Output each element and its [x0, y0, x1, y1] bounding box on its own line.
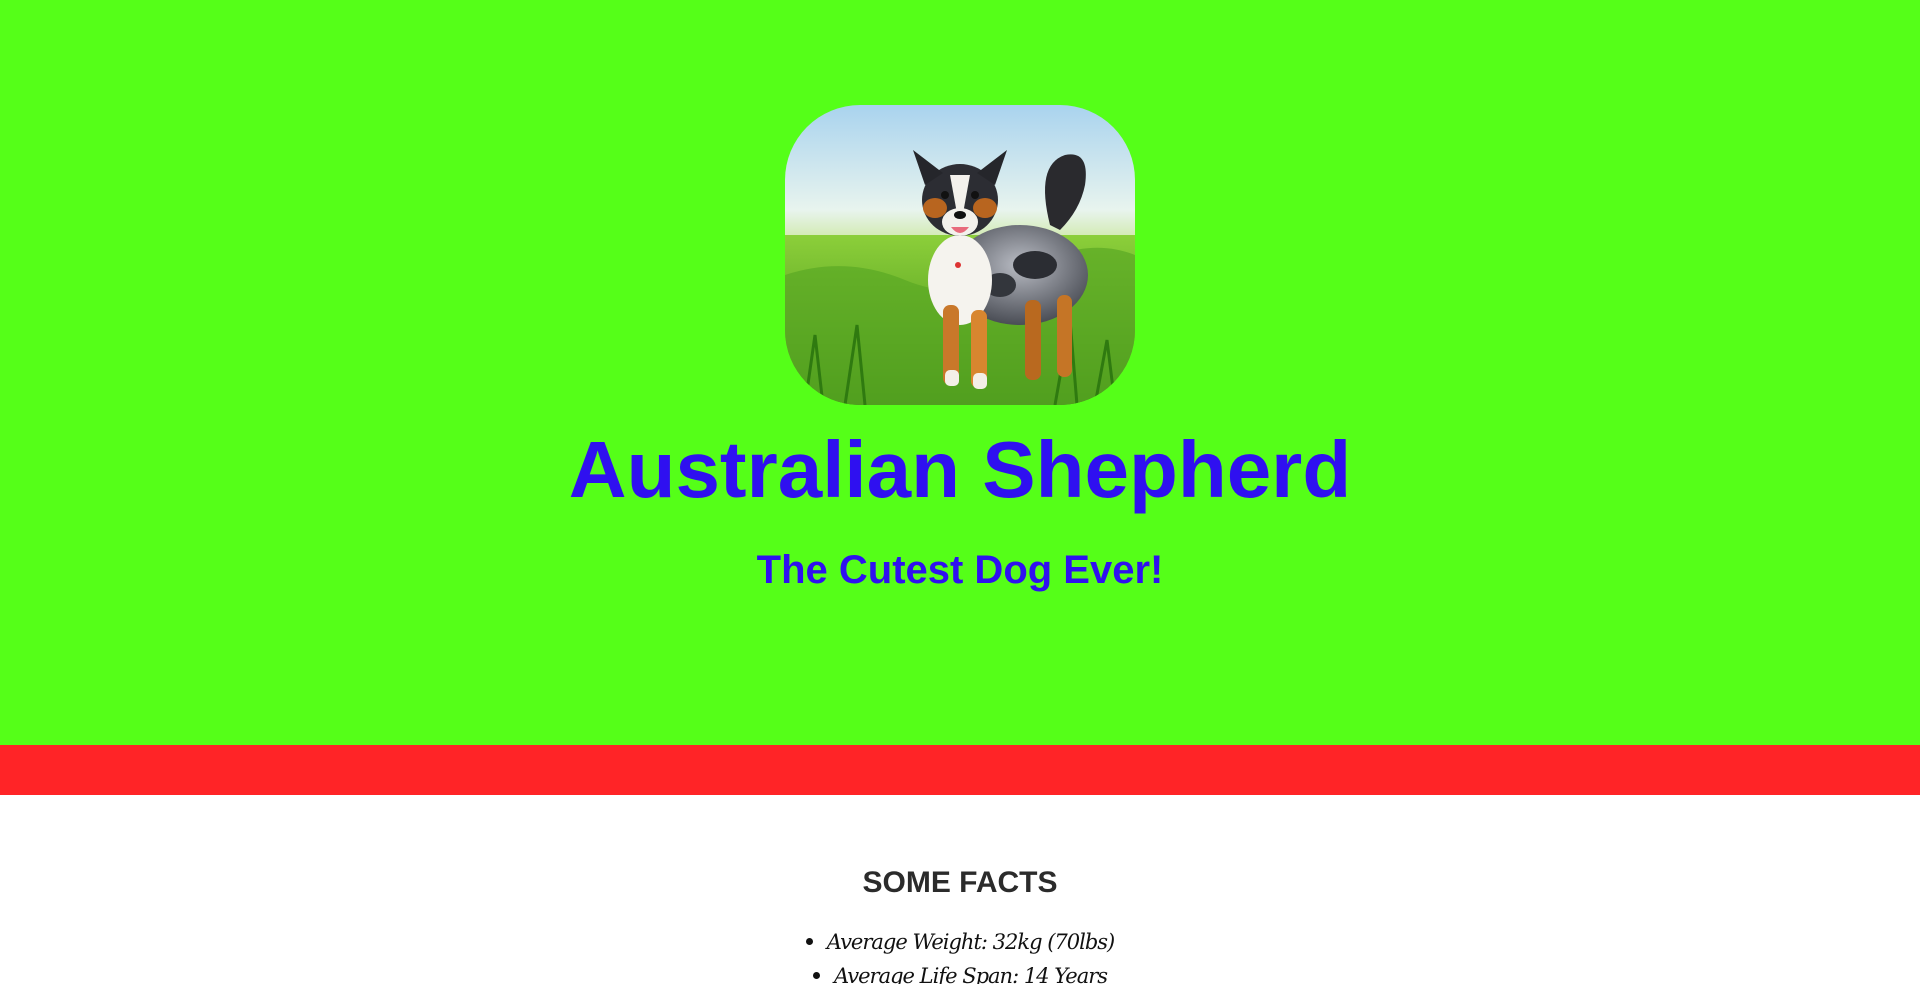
dog-photo — [785, 105, 1135, 405]
fact-text: Average Life Span: 14 Years — [833, 964, 1108, 984]
bullet-icon — [805, 938, 813, 945]
bullet-icon — [812, 972, 820, 979]
list-item: Average Life Span: 14 Years — [0, 959, 1920, 984]
page-title: Australian Shepherd — [568, 425, 1352, 514]
facts-list: Average Weight: 32kg (70lbs) Average Lif… — [0, 925, 1920, 984]
australian-shepherd-image — [785, 105, 1135, 405]
list-item: Average Weight: 32kg (70lbs) — [0, 925, 1920, 959]
fact-text: Average Weight: 32kg (70lbs) — [826, 930, 1115, 954]
facts-section: SOME FACTS Average Weight: 32kg (70lbs) … — [0, 795, 1920, 984]
divider-band — [0, 745, 1920, 795]
hero-section: Australian Shepherd The Cutest Dog Ever! — [0, 0, 1920, 745]
page-subtitle: The Cutest Dog Ever! — [756, 548, 1164, 592]
facts-heading: SOME FACTS — [862, 866, 1058, 899]
